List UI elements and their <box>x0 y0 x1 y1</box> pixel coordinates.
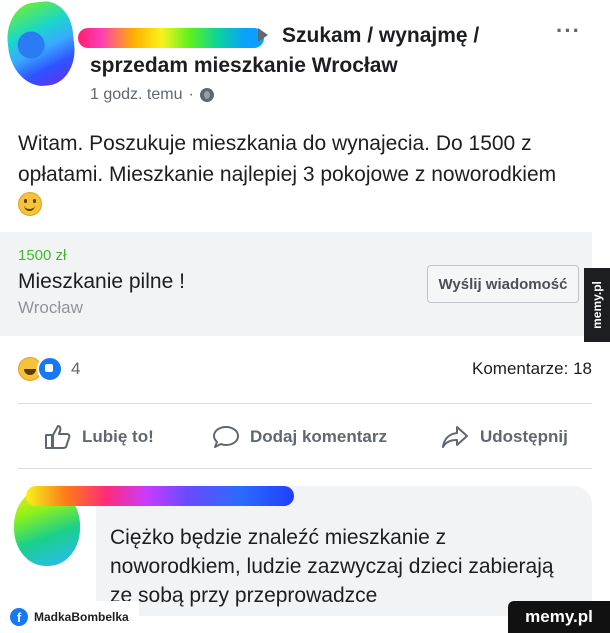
post-text: Witam. Poszukuje mieszkania do wynajecia… <box>18 128 578 221</box>
comment-text: Ciężko będzie znaleźć mieszkanie z nowor… <box>110 526 554 607</box>
reactions-summary[interactable]: 4 <box>18 356 80 382</box>
share-label: Udostępnij <box>480 427 568 446</box>
thumbs-up-icon <box>45 425 71 449</box>
credit-text: MadkaBombelka <box>34 610 129 624</box>
author-name-redacted[interactable] <box>78 28 264 48</box>
smiley-icon <box>18 192 42 216</box>
comment-button[interactable]: Dodaj komentarz <box>212 424 387 450</box>
meta-separator: · <box>188 86 194 103</box>
commenter-name-redacted[interactable] <box>26 486 294 506</box>
listing-price: 1500 zł <box>18 247 67 264</box>
author-avatar-redacted[interactable] <box>3 0 79 90</box>
send-message-button[interactable]: Wyślij wiadomość <box>427 265 579 303</box>
like-button[interactable]: Lubię to! <box>44 424 154 450</box>
divider <box>18 403 592 404</box>
comment-icon <box>213 426 239 448</box>
group-name-line1[interactable]: Szukam / wynajmę / <box>282 24 479 48</box>
post-time[interactable]: 1 godz. temu <box>90 86 183 104</box>
divider <box>18 468 592 469</box>
watermark-side-text: memy.pl <box>590 281 605 329</box>
share-icon <box>442 426 468 448</box>
watermark-bottom: memy.pl <box>508 601 610 633</box>
watermark-side: memy.pl <box>584 268 610 342</box>
listing-title: Mieszkanie pilne ! <box>18 270 185 293</box>
share-button[interactable]: Udostępnij <box>440 424 568 450</box>
post-meta: 1 godz. temu · <box>90 86 214 104</box>
facebook-icon: f <box>10 608 28 626</box>
listing-location: Wrocław <box>18 298 83 317</box>
more-icon[interactable]: ··· <box>556 18 581 44</box>
group-name-line2[interactable]: sprzedam mieszkanie Wrocław <box>90 54 398 78</box>
credit-badge: f MadkaBombelka <box>0 601 139 633</box>
arrow-right-icon <box>258 28 268 42</box>
like-label: Lubię to! <box>82 427 154 446</box>
comment-label: Dodaj komentarz <box>250 427 387 446</box>
globe-icon <box>199 88 214 102</box>
post-body: Witam. Poszukuje mieszkania do wynajecia… <box>18 132 557 186</box>
reactions-count: 4 <box>71 359 81 378</box>
like-reaction-icon <box>37 356 63 382</box>
comments-count[interactable]: Komentarze: 18 <box>472 359 592 379</box>
